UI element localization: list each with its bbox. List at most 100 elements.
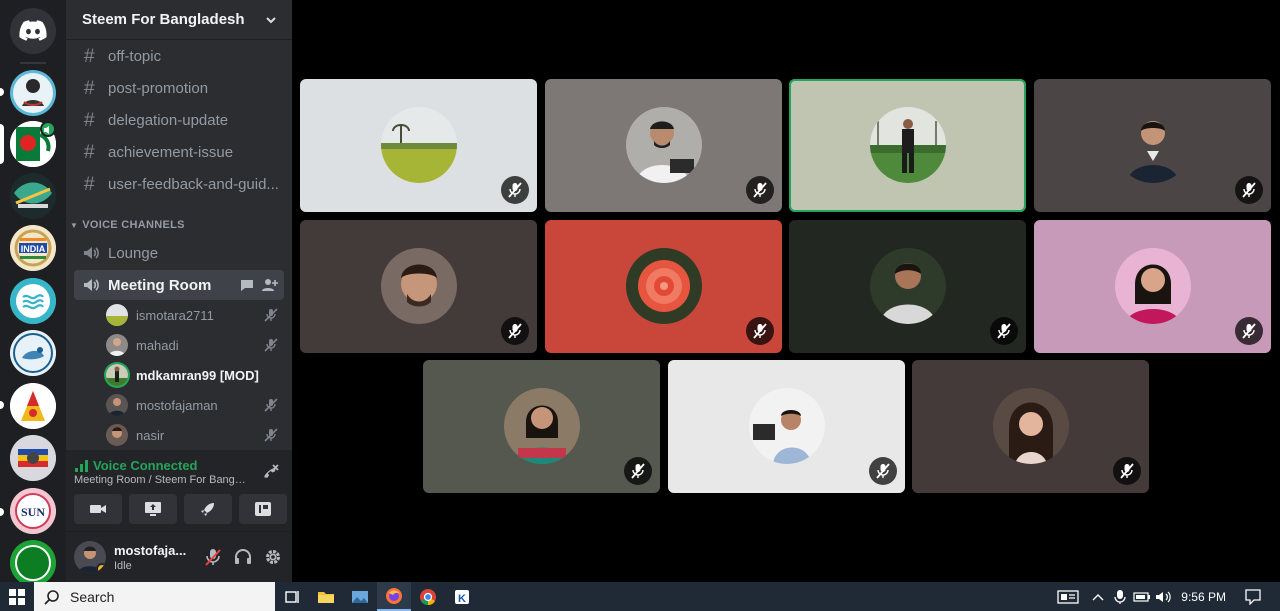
- participant-tile[interactable]: [300, 220, 537, 353]
- mic-muted-icon: [501, 176, 529, 204]
- discord-home-button[interactable]: [10, 8, 56, 54]
- participant-tile[interactable]: [789, 220, 1026, 353]
- server-icon-10[interactable]: [10, 540, 56, 582]
- avatar: [106, 394, 128, 416]
- mic-muted-icon: [869, 457, 897, 485]
- server-icon-7[interactable]: [10, 383, 56, 429]
- chevron-down-icon: ▼: [70, 220, 79, 230]
- chevron-up-icon[interactable]: [1087, 592, 1109, 602]
- user-panel: mostofaja... Idle: [66, 532, 292, 582]
- notification-icon[interactable]: [1242, 588, 1264, 605]
- svg-text:SUN: SUN: [21, 505, 45, 519]
- voice-user-nasir[interactable]: nasir: [106, 421, 284, 449]
- chat-bubble-icon[interactable]: [240, 278, 254, 292]
- voice-location[interactable]: Meeting Room / Steem For Bangl...: [74, 474, 246, 486]
- camera-button[interactable]: [74, 494, 122, 524]
- participant-tile[interactable]: [912, 360, 1149, 493]
- clock[interactable]: 9:56 PM: [1181, 590, 1226, 604]
- speaker-icon: [82, 244, 100, 262]
- app-icon: K: [455, 589, 469, 605]
- soundboard-button[interactable]: [239, 494, 287, 524]
- hashtag-icon: #: [84, 45, 95, 67]
- username: mostofaja...: [114, 542, 187, 558]
- channel-off-topic[interactable]: # off-topic: [74, 41, 284, 71]
- avatar: [106, 424, 128, 446]
- taskbar-app[interactable]: K: [445, 582, 479, 611]
- task-view-button[interactable]: [275, 582, 309, 611]
- participant-tile[interactable]: [1034, 79, 1271, 212]
- taskbar-search-box[interactable]: Search: [34, 582, 275, 611]
- hashtag-icon: #: [84, 141, 95, 163]
- svg-text:K: K: [458, 593, 466, 605]
- channel-user-feedback[interactable]: # user-feedback-and-guid...: [74, 169, 284, 199]
- voice-user-mahadi[interactable]: mahadi: [106, 331, 284, 359]
- microphone-icon[interactable]: [1109, 589, 1131, 605]
- voice-connected-panel: Voice Connected Meeting Room / Steem For…: [66, 450, 292, 532]
- screen-share-button[interactable]: [129, 494, 177, 524]
- mic-muted-icon: [1113, 457, 1141, 485]
- taskbar-chrome[interactable]: [411, 582, 445, 611]
- participant-tile-speaking[interactable]: [789, 79, 1026, 212]
- taskbar-firefox[interactable]: [377, 582, 411, 611]
- mic-muted-icon: [501, 317, 529, 345]
- server-icon-india[interactable]: INDIA: [10, 225, 56, 271]
- avatar: [106, 334, 128, 356]
- firefox-icon: [386, 587, 402, 604]
- volume-icon[interactable]: [1153, 590, 1175, 604]
- server-icon-8[interactable]: [10, 435, 56, 481]
- avatar: [106, 364, 128, 386]
- mic-muted-icon: [746, 176, 774, 204]
- invite-user-icon[interactable]: [262, 278, 278, 292]
- voice-user-ismotara2711[interactable]: ismotara2711: [106, 301, 284, 329]
- server-icon-5[interactable]: [10, 278, 56, 324]
- voice-user-mostofajaman[interactable]: mostofajaman: [106, 391, 284, 419]
- taskbar-photos[interactable]: [343, 582, 377, 611]
- activities-button[interactable]: [184, 494, 232, 524]
- mic-muted-icon[interactable]: [204, 548, 222, 566]
- hashtag-icon: #: [84, 173, 95, 195]
- participant-avatar: [1115, 248, 1191, 324]
- selected-server-indicator: [0, 124, 4, 164]
- server-icon-3[interactable]: [10, 173, 56, 219]
- unread-indicator: [0, 508, 4, 516]
- participant-tile[interactable]: [300, 79, 537, 212]
- search-icon: [44, 589, 59, 605]
- voice-user-name: mahadi: [136, 337, 179, 353]
- server-name: Steem For Bangladesh: [82, 11, 245, 28]
- user-avatar[interactable]: [74, 541, 106, 573]
- participant-tile[interactable]: [545, 220, 782, 353]
- start-button[interactable]: [0, 582, 34, 611]
- server-icon-6[interactable]: [10, 330, 56, 376]
- participant-tile[interactable]: [1034, 220, 1271, 353]
- search-placeholder: Search: [70, 588, 115, 605]
- headphones-icon[interactable]: [234, 548, 252, 566]
- voice-channel-meeting-room[interactable]: Meeting Room: [74, 270, 284, 300]
- channel-delegation-update[interactable]: # delegation-update: [74, 105, 284, 135]
- battery-icon[interactable]: [1131, 591, 1153, 602]
- voice-channel-lounge[interactable]: Lounge: [74, 238, 284, 268]
- voice-user-name: mostofajaman: [136, 397, 218, 413]
- participant-tile[interactable]: [423, 360, 660, 493]
- system-tray: 9:56 PM: [1057, 582, 1280, 611]
- voice-status[interactable]: Voice Connected: [74, 458, 198, 473]
- participant-tile[interactable]: [668, 360, 905, 493]
- participant-avatar: [381, 248, 457, 324]
- gear-icon[interactable]: [264, 548, 282, 566]
- server-icon-sun[interactable]: SUN: [10, 488, 56, 534]
- channel-achievement-issue[interactable]: # achievement-issue: [74, 137, 284, 167]
- channel-post-promotion[interactable]: # post-promotion: [74, 73, 284, 103]
- voice-user-mdkamran99[interactable]: mdkamran99 [MOD]: [106, 361, 284, 389]
- channel-label: off-topic: [108, 47, 162, 65]
- channel-label: user-feedback-and-guid...: [108, 175, 279, 193]
- participant-tile[interactable]: [545, 79, 782, 212]
- avatar: [106, 304, 128, 326]
- disconnect-button[interactable]: [260, 462, 280, 487]
- hashtag-icon: #: [84, 109, 95, 131]
- participant-avatar: [626, 107, 702, 183]
- voice-channels-category[interactable]: ▼ VOICE CHANNELS: [70, 219, 185, 231]
- participant-avatar: [626, 248, 702, 324]
- news-widget-icon[interactable]: [1057, 589, 1079, 604]
- server-icon-1[interactable]: [10, 70, 56, 116]
- server-header[interactable]: Steem For Bangladesh: [66, 0, 292, 40]
- taskbar-file-explorer[interactable]: [309, 582, 343, 611]
